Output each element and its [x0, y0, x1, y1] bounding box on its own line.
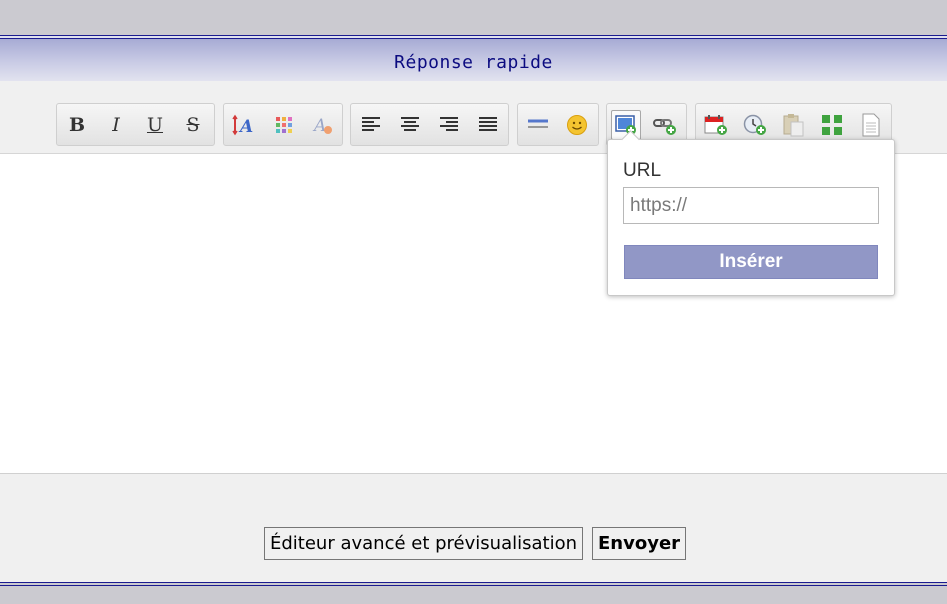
- underline-icon: U: [146, 114, 163, 136]
- clock-button[interactable]: [740, 110, 770, 140]
- justify-icon: [479, 117, 497, 131]
- calendar-button[interactable]: [701, 110, 731, 140]
- document-button[interactable]: [856, 110, 886, 140]
- clear-format-button[interactable]: A: [308, 110, 338, 140]
- insert-link-icon: [653, 119, 676, 135]
- clock-icon: [743, 114, 766, 135]
- underline-button[interactable]: U: [140, 110, 170, 140]
- emoticon-button[interactable]: [562, 110, 592, 140]
- alignment-group: [350, 103, 509, 146]
- document-icon: [862, 113, 880, 137]
- insert-image-dialog: URL Insérer: [607, 130, 895, 296]
- insert-link-button[interactable]: [650, 110, 680, 140]
- url-label: URL: [623, 160, 662, 181]
- bold-icon: B: [68, 114, 86, 136]
- align-left-button[interactable]: [356, 110, 386, 140]
- calendar-icon: [704, 115, 727, 135]
- justify-button[interactable]: [473, 110, 503, 140]
- emoticon-icon: [567, 115, 587, 135]
- font-color-button[interactable]: A: [228, 110, 258, 140]
- color-group: A A: [223, 103, 343, 146]
- format-group: B I U S: [56, 103, 215, 146]
- insert-misc-group: [517, 103, 599, 146]
- svg-text:A: A: [238, 117, 253, 136]
- url-input[interactable]: [623, 187, 879, 224]
- advanced-editor-button[interactable]: Éditeur avancé et prévisualisation: [264, 527, 583, 560]
- bold-button[interactable]: B: [62, 110, 92, 140]
- spoiler-icon: [822, 115, 842, 135]
- align-right-button[interactable]: [434, 110, 464, 140]
- svg-text:A: A: [312, 116, 326, 136]
- reply-footer: Éditeur avancé et prévisualisation Envoy…: [0, 474, 947, 582]
- clear-format-icon: A: [312, 116, 332, 136]
- strikethrough-icon: S: [186, 114, 200, 136]
- strikethrough-button[interactable]: S: [178, 110, 208, 140]
- font-color-icon: A: [232, 114, 253, 136]
- insert-button[interactable]: Insérer: [624, 245, 878, 279]
- quick-reply-header: Réponse rapide: [0, 35, 947, 81]
- align-center-button[interactable]: [395, 110, 425, 140]
- page-title: Réponse rapide: [394, 52, 553, 73]
- align-left-icon: [362, 117, 380, 131]
- paste-button[interactable]: [778, 110, 808, 140]
- send-button[interactable]: Envoyer: [592, 527, 687, 560]
- italic-button[interactable]: I: [101, 110, 131, 140]
- bottom-border: [0, 582, 947, 586]
- italic-icon: I: [112, 114, 120, 136]
- align-right-icon: [440, 117, 458, 131]
- color-palette-button[interactable]: [269, 110, 299, 140]
- color-palette-icon: [276, 117, 292, 133]
- horizontal-rule-button[interactable]: [523, 110, 553, 140]
- horizontal-rule-icon: [528, 119, 548, 128]
- paste-icon: [783, 114, 804, 137]
- align-center-icon: [401, 117, 419, 131]
- spoiler-button[interactable]: [817, 110, 847, 140]
